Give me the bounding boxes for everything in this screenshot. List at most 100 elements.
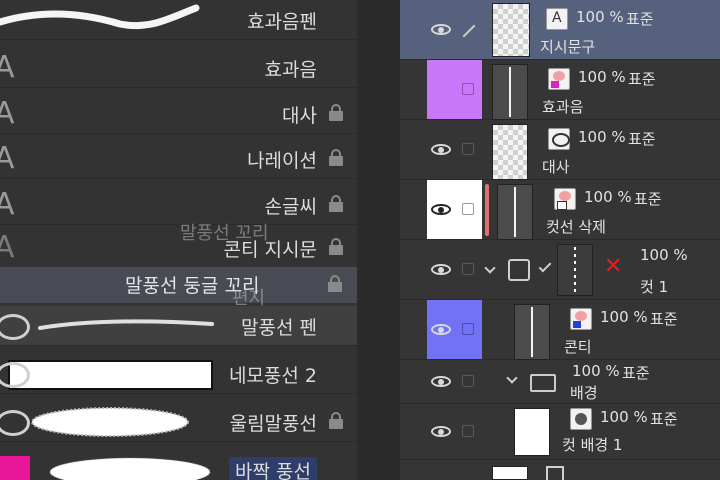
lock-checkbox (462, 323, 474, 335)
layer-blend-mode: 표준 (622, 364, 650, 382)
lock-toggle[interactable] (455, 300, 482, 359)
sub-tool-label: 네모풍선 2 (228, 365, 317, 387)
sub-tool-label: 효과음펜 (247, 11, 317, 33)
sub-tool-item[interactable]: 네모풍선 2 (0, 354, 357, 394)
sub-tool-item[interactable]: 말풍선 펜 (0, 306, 357, 346)
eye-icon (431, 324, 451, 335)
sub-tool-label: 효과음 (264, 59, 317, 81)
layer-row[interactable]: 100 % 표준 컷선 삭제 (400, 180, 720, 240)
layer-thumbnail (514, 408, 550, 456)
eye-icon (431, 24, 451, 35)
layer-thumbnail (492, 124, 528, 180)
chevron-down-icon[interactable] (506, 372, 518, 384)
lock-checkbox (462, 263, 474, 275)
text-tool-icon: A (0, 96, 15, 131)
layer-name: 대사 (542, 158, 570, 176)
balloon-layer-icon (548, 128, 570, 150)
visibility-toggle[interactable] (427, 0, 455, 59)
layer-row[interactable]: ✕ 100 % 컷 1 (400, 240, 720, 300)
lock-toggle[interactable] (455, 180, 482, 239)
sub-tool-label: 바짝 풍선 (229, 457, 317, 480)
app-window: 효과음펜 A 효과음 A 대사 A 나레이션 A 손글씨 말풍선 꼬리 A 콘티… (0, 0, 720, 480)
sub-tool-item[interactable]: A 효과음 (0, 48, 357, 88)
visibility-toggle[interactable] (427, 120, 455, 179)
layer-row[interactable]: 100 % 표준 지시문구 (400, 0, 720, 60)
layer-row[interactable]: 100 % 표준 콘티 (400, 300, 720, 360)
layer-blend-mode: 표준 (650, 310, 678, 328)
eye-icon (431, 204, 451, 215)
chevron-down-icon[interactable] (484, 262, 496, 274)
sub-tool-item[interactable]: 효과음펜 (0, 0, 357, 40)
layer-name: 컷 1 (640, 278, 669, 296)
lock-icon (329, 412, 343, 429)
visibility-toggle[interactable] (427, 180, 455, 239)
lock-icon (329, 238, 343, 255)
layer-row[interactable]: 100 % 표준 컷 배경 1 (400, 404, 720, 460)
folder-icon (530, 368, 556, 392)
sub-tool-item[interactable]: A 콘티 지시문 (0, 228, 357, 268)
sub-tool-palette: 효과음펜 A 효과음 A 대사 A 나레이션 A 손글씨 말풍선 꼬리 A 콘티… (0, 0, 357, 480)
sub-tool-label: 손글씨 (264, 196, 317, 218)
visibility-toggle[interactable] (427, 300, 455, 359)
lock-toggle[interactable] (455, 404, 482, 459)
palette-gap (357, 0, 400, 480)
layer-opacity: 100 % (600, 308, 648, 326)
layer-opacity: 100 % (640, 246, 688, 264)
edit-indicator[interactable] (455, 0, 482, 59)
visibility-toggle[interactable] (427, 60, 455, 119)
flash-balloon-preview (31, 407, 189, 437)
layer-thumbnail (492, 64, 528, 120)
lock-toggle[interactable] (455, 240, 482, 299)
lock-toggle[interactable] (455, 60, 482, 119)
eye-icon (431, 426, 451, 437)
visibility-toggle[interactable] (427, 240, 455, 299)
checkmark-icon[interactable] (538, 259, 552, 273)
layer-thumbnail (514, 304, 550, 360)
layer-opacity: 100 % (578, 68, 626, 86)
layer-row[interactable]: 100 % 표준 대사 (400, 120, 720, 180)
layer-row[interactable] (400, 460, 720, 480)
sub-tool-item[interactable]: A 대사 (0, 94, 357, 134)
sub-tool-label: 콘티 지시문 (223, 239, 317, 261)
layer-opacity: 100 % (572, 362, 620, 380)
eye-icon (431, 264, 451, 275)
sub-tool-item[interactable]: 울림말풍선 (0, 402, 357, 442)
color-layer-icon (554, 188, 576, 210)
sub-tool-label: 나레이션 (247, 150, 317, 172)
layer-color-tag (485, 184, 489, 236)
text-tool-icon: A (0, 50, 15, 85)
layer-name: 지시문구 (540, 38, 596, 56)
layer-blend-mode: 표준 (626, 10, 654, 28)
layer-name: 콘티 (564, 338, 592, 356)
lock-toggle[interactable] (455, 120, 482, 179)
drag-preview: 말풍선 둥글 꼬리 (0, 267, 357, 303)
mask-disabled-icon[interactable]: ✕ (604, 254, 622, 279)
paper-layer-icon (570, 408, 592, 430)
layer-opacity: 100 % (600, 408, 648, 426)
visibility-toggle[interactable] (427, 404, 455, 459)
sub-tool-item[interactable]: A 나레이션 (0, 139, 357, 179)
visibility-toggle[interactable] (427, 360, 455, 403)
eye-icon (431, 376, 451, 387)
lock-icon (329, 149, 343, 166)
color-layer-icon (548, 68, 570, 90)
pen-icon (462, 24, 476, 38)
sub-tool-label: 울림말풍선 (229, 413, 317, 435)
rectangle-balloon-preview (8, 360, 213, 390)
lock-checkbox (462, 425, 474, 437)
layer-thumbnail (492, 466, 528, 480)
layer-row[interactable]: 100 % 표준 배경 (400, 360, 720, 404)
lock-toggle[interactable] (455, 360, 482, 403)
lock-icon (329, 104, 343, 121)
sub-tool-item[interactable]: A 손글씨 (0, 185, 357, 225)
layer-thumbnail (497, 184, 533, 240)
layer-thumbnail (492, 3, 530, 57)
layer-opacity: 100 % (584, 188, 632, 206)
layer-row[interactable]: 100 % 표준 효과음 (400, 60, 720, 120)
sub-tool-item[interactable]: 바짝 풍선 (0, 450, 357, 480)
layer-name: 배경 (570, 384, 598, 402)
layer-name: 효과음 (542, 98, 584, 116)
layer-panel: 100 % 표준 지시문구 100 % 표준 효과음 100 % 표준 대사 (400, 0, 720, 480)
text-tool-icon: A (0, 187, 15, 222)
sub-tool-label: 말풍선 펜 (241, 317, 317, 339)
